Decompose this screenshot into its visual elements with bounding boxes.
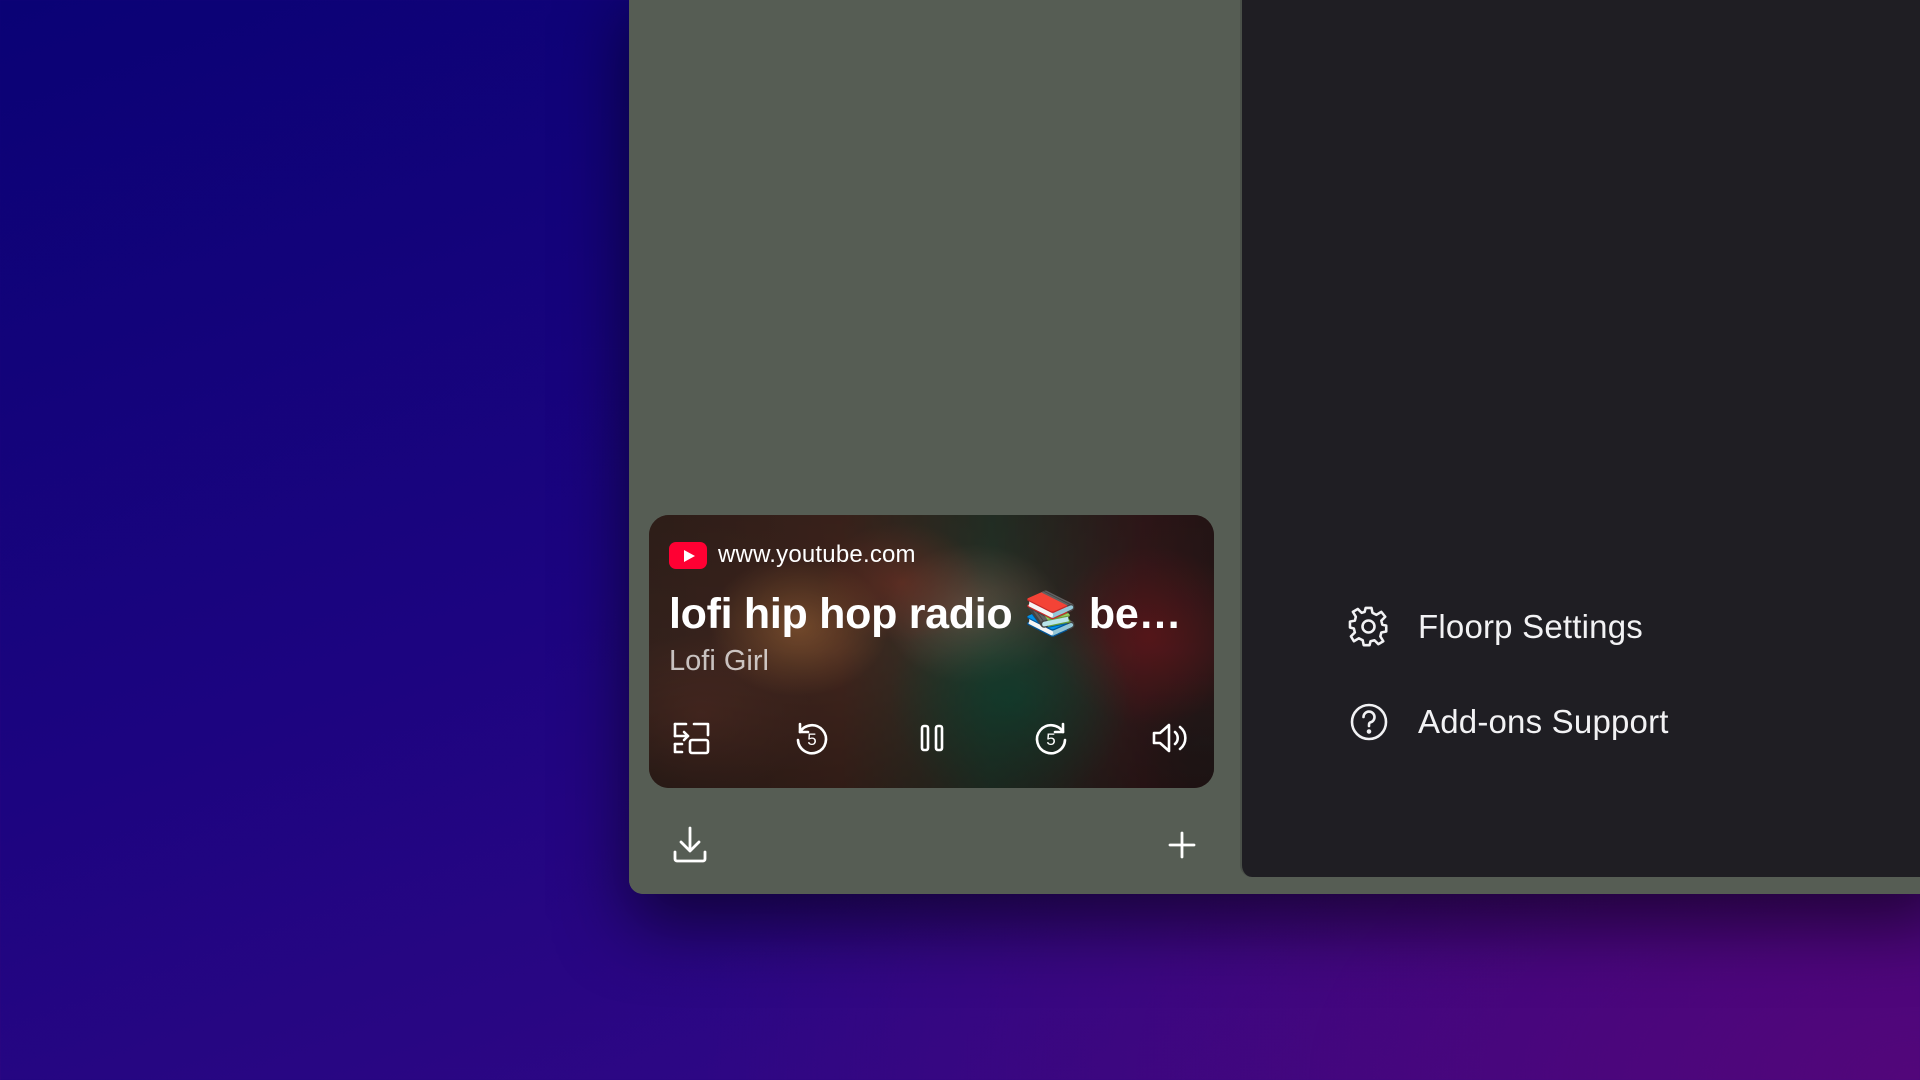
sidebar-panel: www.youtube.com lofi hip hop radio 📚 be…… (629, 0, 1240, 894)
menu-item-label: Add-ons Support (1418, 703, 1669, 740)
forward-5-label: 5 (1047, 730, 1056, 749)
media-controls: 5 5 (669, 715, 1194, 761)
plus-icon (1166, 829, 1198, 866)
volume-button[interactable] (1148, 715, 1194, 761)
picture-in-picture-icon (672, 720, 712, 756)
media-source: www.youtube.com (669, 541, 916, 569)
media-source-domain: www.youtube.com (718, 541, 916, 568)
rewind-5-button[interactable]: 5 (789, 715, 835, 761)
rewind-5-icon: 5 (792, 718, 832, 758)
download-button[interactable] (667, 824, 713, 870)
menu-item-addons-support[interactable]: Add-ons Support (1347, 698, 1669, 746)
menu-item-label: Floorp Settings (1418, 608, 1643, 645)
picture-in-picture-button[interactable] (669, 715, 715, 761)
forward-5-icon: 5 (1031, 718, 1071, 758)
download-icon (671, 825, 709, 870)
pause-icon (917, 722, 947, 754)
help-circle-icon (1347, 700, 1391, 744)
browser-window: www.youtube.com lofi hip hop radio 📚 be…… (629, 0, 1920, 894)
menu-item-floorp-settings[interactable]: Floorp Settings (1347, 603, 1643, 651)
rewind-5-label: 5 (807, 730, 816, 749)
media-artist: Lofi Girl (669, 645, 769, 677)
media-control-card[interactable]: www.youtube.com lofi hip hop radio 📚 be…… (649, 515, 1214, 788)
pause-button[interactable] (909, 715, 955, 761)
media-title: lofi hip hop radio 📚 be… (669, 590, 1182, 638)
menu-panel: Floorp Settings Add-ons Support (1240, 0, 1920, 877)
gear-icon (1347, 605, 1391, 649)
youtube-icon (669, 541, 707, 569)
forward-5-button[interactable]: 5 (1028, 715, 1074, 761)
add-panel-button[interactable] (1159, 824, 1205, 870)
volume-icon (1150, 720, 1192, 756)
